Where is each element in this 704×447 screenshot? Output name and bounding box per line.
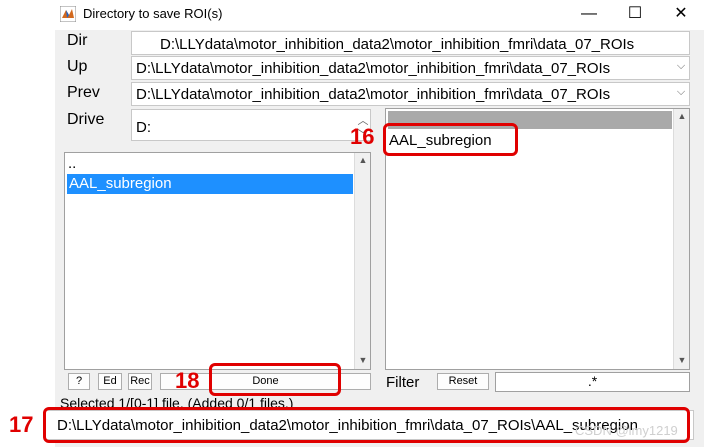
vertical-scrollbar[interactable]: ▲ ▼ [673,109,689,369]
up-label: Up [67,58,88,75]
close-button[interactable]: ✕ [658,0,704,30]
annotation-box-17 [43,407,690,443]
chevron-down-icon[interactable]: ⌵ [673,86,689,99]
up-dropdown[interactable]: D:\LLYdata\motor_inhibition_data2\motor_… [131,56,690,80]
drive-label: Drive [67,111,105,128]
matlab-icon [60,6,76,22]
filter-value: .* [587,373,598,389]
maximize-button[interactable]: ☐ [612,0,658,30]
scroll-up-icon[interactable]: ▲ [355,155,371,165]
annotation-box-18 [209,363,341,396]
dir-value: D:\LLYdata\motor_inhibition_data2\motor_… [160,36,635,53]
edit-button[interactable]: Ed [98,373,122,390]
drive-value: D: [136,119,151,136]
title-bar: Directory to save ROI(s) — ☐ ✕ [0,0,704,30]
annotation-box-16 [383,123,518,156]
annotation-number-17: 17 [9,412,34,437]
help-button[interactable]: ? [68,373,90,390]
list-item[interactable]: AAL_subregion [67,174,353,194]
vertical-scrollbar[interactable]: ▲ ▼ [354,153,370,369]
prev-label: Prev [67,84,100,101]
dir-label: Dir [67,32,88,49]
recursive-button[interactable]: Rec [128,373,152,390]
directory-list[interactable]: .. AAL_subregion ▲ ▼ [64,152,371,370]
prev-value: D:\LLYdata\motor_inhibition_data2\motor_… [136,86,611,103]
chevron-down-icon[interactable]: ⌵ [673,60,689,73]
window-title: Directory to save ROI(s) [83,6,223,21]
scroll-up-icon[interactable]: ▲ [674,111,690,121]
list-item[interactable]: .. [68,155,76,172]
dir-field[interactable]: D:\LLYdata\motor_inhibition_data2\motor_… [131,31,690,55]
filter-input[interactable]: .* [495,372,690,392]
minimize-button[interactable]: — [566,0,612,30]
scroll-down-icon[interactable]: ▼ [355,355,371,365]
up-value: D:\LLYdata\motor_inhibition_data2\motor_… [136,60,611,77]
reset-button[interactable]: Reset [437,373,489,390]
drive-dropdown[interactable]: D: [131,109,371,141]
annotation-number-16: 16 [350,124,375,149]
scroll-down-icon[interactable]: ▼ [674,355,690,365]
filter-label: Filter [386,374,420,391]
annotation-number-18: 18 [175,368,200,393]
prev-dropdown[interactable]: D:\LLYdata\motor_inhibition_data2\motor_… [131,82,690,106]
